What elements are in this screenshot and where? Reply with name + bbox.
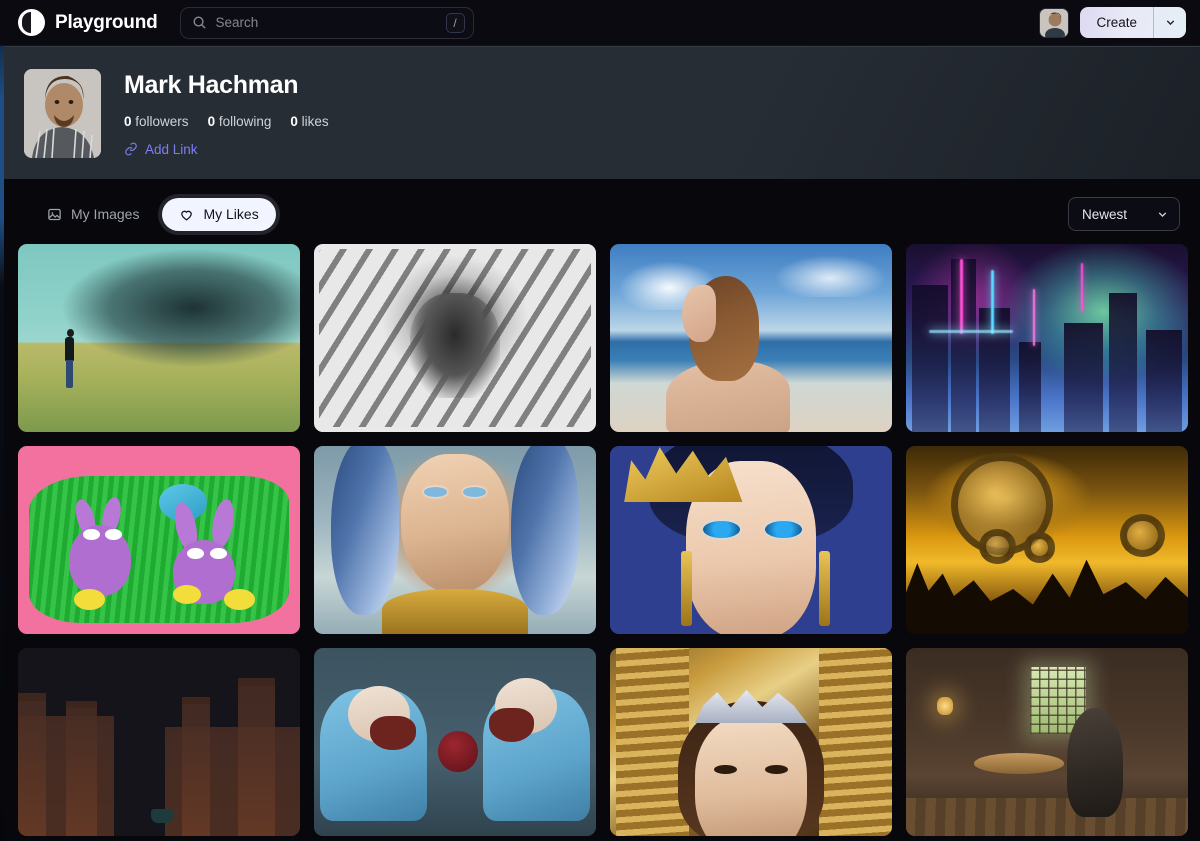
- gallery-item[interactable]: [610, 648, 892, 836]
- tab-my-images-label: My Images: [71, 206, 140, 222]
- heart-icon: [181, 210, 193, 221]
- gallery-item[interactable]: [906, 446, 1188, 634]
- stat-followers: 0 followers: [124, 113, 189, 129]
- img-8-art: [906, 446, 1188, 634]
- img-12-art: [906, 648, 1188, 836]
- link-icon: [125, 142, 137, 156]
- image-icon: [48, 208, 61, 220]
- profile-photo: [24, 69, 101, 158]
- tab-my-likes-label: My Likes: [203, 206, 259, 222]
- img-7-art: [610, 446, 892, 634]
- top-navigation-bar: Playground / Create: [0, 0, 1200, 46]
- img-9-art: [18, 648, 300, 836]
- sort-dropdown[interactable]: Newest: [1068, 197, 1180, 231]
- search-shortcut-badge: /: [445, 12, 465, 33]
- chevron-down-icon: [1166, 20, 1174, 26]
- stat-following: 0 following: [207, 113, 272, 129]
- avatar-photo: [1040, 8, 1069, 37]
- img-10-art: [314, 648, 596, 836]
- img-3-art: [610, 244, 892, 432]
- create-dropdown-caret[interactable]: [1153, 7, 1186, 38]
- gallery-tabs: My Images My Likes: [30, 197, 276, 231]
- gallery-item[interactable]: [906, 244, 1188, 432]
- brand-logo[interactable]: Playground: [18, 9, 158, 36]
- profile-banner: Mark Hachman 0 followers 0 following 0 l…: [4, 46, 1200, 179]
- profile-avatar[interactable]: [24, 69, 101, 158]
- search-icon: [193, 16, 206, 29]
- stat-likes: 0 likes: [290, 113, 329, 129]
- profile-info: Mark Hachman 0 followers 0 following 0 l…: [124, 71, 329, 161]
- gallery-item[interactable]: [314, 648, 596, 836]
- gallery-item[interactable]: [906, 648, 1188, 836]
- create-button[interactable]: Create: [1080, 7, 1153, 38]
- gallery-item[interactable]: [610, 244, 892, 432]
- profile-stats: 0 followers 0 following 0 likes: [124, 114, 329, 129]
- img-2-art: [314, 244, 596, 432]
- playground-profile-page: Playground / Create: [0, 0, 1200, 841]
- img-1-art: [18, 244, 300, 432]
- brand-name: Playground: [55, 11, 158, 33]
- add-link-label: Add Link: [145, 141, 198, 157]
- gallery-item[interactable]: [610, 446, 892, 634]
- topbar-right-group: Create: [1039, 7, 1186, 38]
- search-bar[interactable]: /: [179, 6, 474, 39]
- chevron-down-icon: [1158, 211, 1167, 217]
- img-4-art: [906, 244, 1188, 432]
- tab-my-images[interactable]: My Images: [30, 198, 156, 231]
- sort-selected-value: Newest: [1082, 206, 1128, 222]
- img-6-art: [314, 446, 596, 634]
- gallery-item[interactable]: [18, 244, 300, 432]
- tab-my-likes[interactable]: My Likes: [162, 197, 276, 231]
- gallery-item[interactable]: [18, 648, 300, 836]
- gallery-toolbar: My Images My Likes Newest: [4, 186, 1200, 242]
- gallery-item[interactable]: [314, 244, 596, 432]
- image-gallery-grid: [4, 244, 1200, 836]
- search-input[interactable]: [215, 15, 446, 30]
- img-11-art: [610, 648, 892, 836]
- add-link-button[interactable]: Add Link: [124, 142, 198, 157]
- playground-logo-icon: [18, 9, 45, 36]
- img-5-art: [18, 446, 300, 634]
- gallery-item[interactable]: [314, 446, 596, 634]
- gallery-item[interactable]: [18, 446, 300, 634]
- page-title: Mark Hachman: [124, 71, 299, 99]
- figure: [63, 328, 76, 395]
- user-avatar[interactable]: [1039, 7, 1070, 38]
- create-button-group[interactable]: Create: [1080, 7, 1186, 38]
